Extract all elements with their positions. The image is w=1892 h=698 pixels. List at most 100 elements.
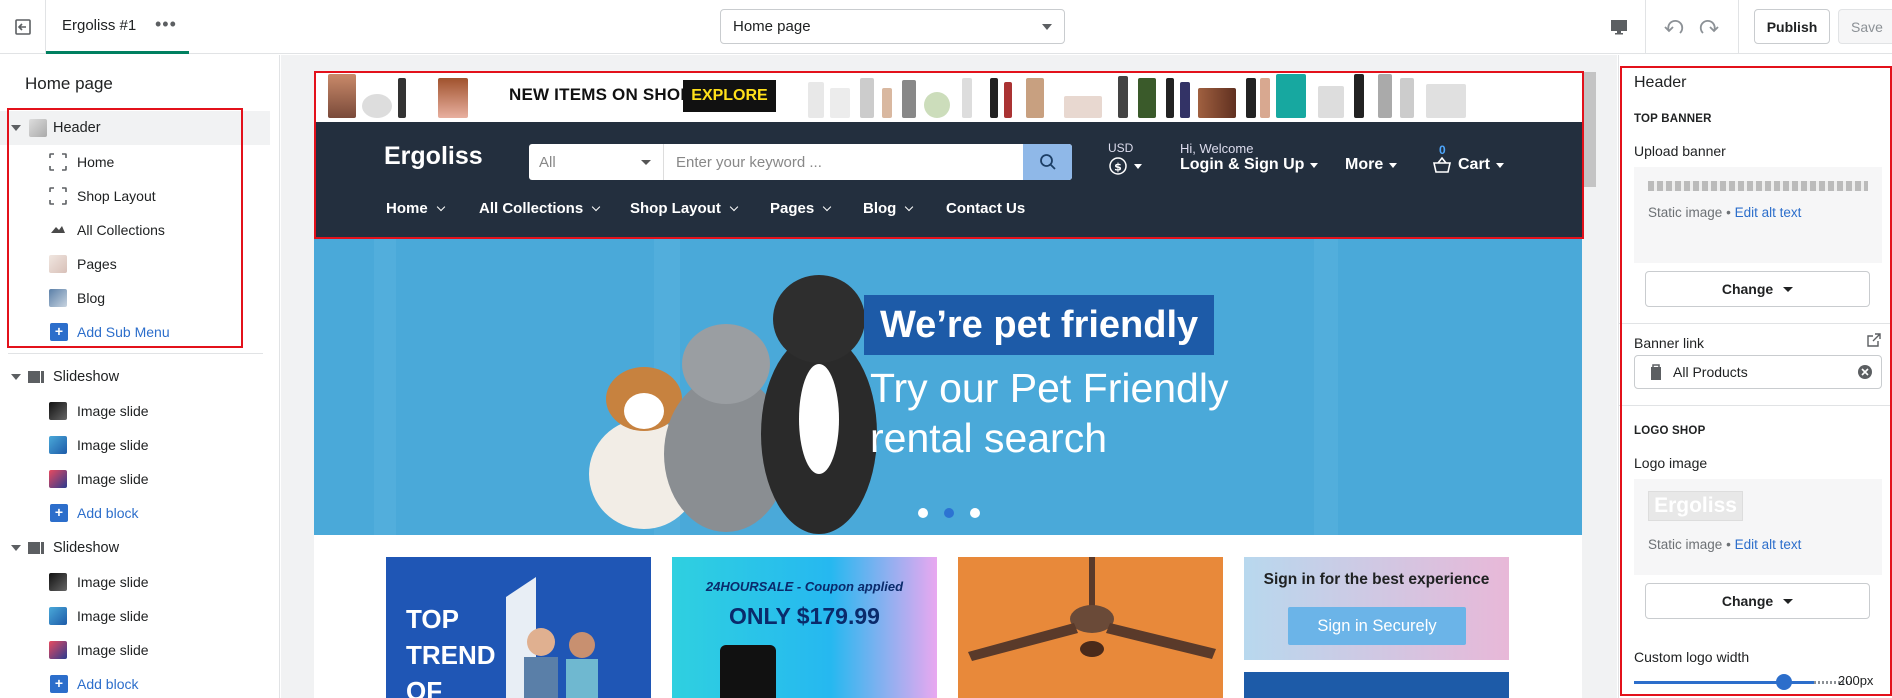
login-menu[interactable]: Login & Sign Up — [1180, 156, 1319, 174]
more-actions-icon[interactable]: ••• — [155, 14, 177, 35]
nav-all-collections[interactable]: All Collections — [479, 200, 601, 217]
panel-title: Header — [1634, 74, 1687, 91]
promo-card-phone[interactable]: 24HOURSALE - Coupon applied ONLY $179.99 — [672, 557, 937, 698]
block-image-slide[interactable]: Image slide — [0, 599, 270, 633]
search-category-select[interactable]: All — [529, 144, 664, 180]
banner-thumbnail — [1648, 181, 1868, 191]
section-label: Slideshow — [53, 540, 120, 556]
nav-blog[interactable]: Blog — [863, 200, 914, 217]
nav-pages[interactable]: Pages — [770, 200, 832, 217]
banner-product-image — [882, 88, 892, 118]
sub-menu-blog[interactable]: Blog — [0, 281, 270, 315]
section-slideshow[interactable]: Slideshow — [0, 360, 270, 394]
edit-alt-text-link[interactable]: Edit alt text — [1735, 537, 1802, 552]
cart-button[interactable]: Cart — [1432, 156, 1505, 174]
logo-width-slider-thumb[interactable] — [1776, 674, 1792, 690]
card-heading-line: TREND — [406, 640, 496, 670]
sub-menu-all-collections[interactable]: All Collections — [0, 213, 270, 247]
chevron-down-icon — [1783, 286, 1794, 292]
sign-in-button[interactable]: Sign in Securely — [1288, 607, 1466, 645]
logo-image-preview[interactable]: Ergoliss Static image • Edit alt text — [1634, 479, 1882, 575]
slide-dot[interactable] — [970, 508, 980, 518]
nav-home[interactable]: Home — [386, 200, 445, 217]
banner-product-image — [902, 80, 916, 118]
add-block-label: Add block — [77, 505, 139, 521]
search-input[interactable]: Enter your keyword ... — [664, 144, 1023, 180]
explore-button[interactable]: EXPLORE — [683, 80, 776, 112]
block-image-slide[interactable]: Image slide — [0, 394, 270, 428]
currency-switcher[interactable]: $ — [1108, 156, 1142, 176]
sub-menu-pages[interactable]: Pages — [0, 247, 270, 281]
promo-card-partial[interactable] — [1244, 672, 1509, 698]
slide-dot-active[interactable] — [944, 508, 954, 518]
banner-product-image — [398, 78, 406, 118]
block-image-slide[interactable]: Image slide — [0, 565, 270, 599]
add-sub-menu-button[interactable]: + Add Sub Menu — [0, 315, 270, 349]
block-image-slide[interactable]: Image slide — [0, 462, 270, 496]
divider — [1619, 405, 1892, 406]
settings-panel: Header TOP BANNER Upload banner Static i… — [1618, 55, 1892, 698]
top-promo-banner[interactable]: NEW ITEMS ON SHOP EXPLORE — [314, 72, 1582, 122]
add-block-button[interactable]: + Add block — [0, 667, 270, 698]
desktop-view-button[interactable] — [1605, 13, 1633, 41]
sub-menu-shop-layout[interactable]: Shop Layout — [0, 179, 270, 213]
sub-menu-home[interactable]: Home — [0, 145, 270, 179]
hero-subtitle-line: rental search — [870, 415, 1108, 461]
save-button[interactable]: Save — [1838, 9, 1892, 44]
exit-button[interactable] — [0, 0, 46, 54]
image-slide-thumb-icon — [49, 607, 67, 625]
cart-count: 0 — [1439, 143, 1446, 157]
preview-scrollbar[interactable] — [1584, 72, 1596, 187]
redo-icon — [1699, 19, 1719, 34]
basket-icon — [1433, 156, 1451, 173]
sub-menu-label: Blog — [77, 290, 106, 306]
card-price-text: ONLY $179.99 — [729, 603, 880, 629]
undo-button[interactable] — [1660, 13, 1688, 41]
block-image-slide[interactable]: Image slide — [0, 633, 270, 667]
store-header: Ergoliss All Enter your keyword ... USD … — [314, 122, 1582, 239]
welcome-text: Hi, Welcome — [1180, 141, 1254, 156]
desktop-icon — [1611, 20, 1627, 35]
section-label: Header — [53, 120, 101, 136]
banner-product-image — [1426, 84, 1466, 118]
banner-link-label: Banner link — [1634, 335, 1705, 351]
banner-product-image — [1166, 78, 1174, 118]
block-label: Image slide — [77, 608, 149, 624]
nav-shop-layout[interactable]: Shop Layout — [630, 200, 739, 217]
more-menu[interactable]: More — [1345, 156, 1398, 174]
hero-tagline: We’re pet friendly — [864, 295, 1215, 355]
redo-button[interactable] — [1695, 13, 1723, 41]
promo-card-top-trend[interactable]: TOP TREND OF — [386, 557, 651, 698]
banner-link-field[interactable]: All Products — [1634, 355, 1882, 389]
promo-card-fan[interactable] — [958, 557, 1223, 698]
collapse-arrow-icon[interactable] — [11, 374, 21, 380]
section-slideshow[interactable]: Slideshow — [0, 531, 270, 565]
slide-dot[interactable] — [918, 508, 928, 518]
section-header[interactable]: Header — [0, 111, 270, 145]
banner-image-preview[interactable]: Static image • Edit alt text — [1634, 167, 1882, 263]
nav-contact-us[interactable]: Contact Us — [946, 200, 1025, 217]
slideshow-icon — [28, 542, 44, 554]
change-label: Change — [1721, 593, 1774, 609]
page-selector[interactable]: Home page — [720, 9, 1065, 44]
publish-button[interactable]: Publish — [1754, 9, 1830, 44]
change-banner-button[interactable]: Change — [1645, 271, 1870, 307]
card-coupon-text: 24HOURSALE - Coupon applied — [705, 579, 904, 594]
collapse-arrow-icon[interactable] — [11, 125, 21, 131]
change-logo-button[interactable]: Change — [1645, 583, 1870, 619]
store-logo[interactable]: Ergoliss — [384, 142, 483, 171]
add-block-button[interactable]: + Add block — [0, 496, 270, 530]
block-label: Image slide — [77, 437, 149, 453]
static-image-line: Static image • Edit alt text — [1648, 537, 1801, 552]
external-link-icon[interactable] — [1867, 333, 1881, 347]
search-button[interactable] — [1023, 144, 1072, 180]
pages-thumb-icon — [49, 255, 67, 273]
clear-icon[interactable] — [1857, 364, 1873, 380]
phone-image — [720, 645, 776, 698]
custom-logo-width-label: Custom logo width — [1634, 649, 1750, 665]
banner-product-image — [1378, 74, 1392, 118]
block-image-slide[interactable]: Image slide — [0, 428, 270, 462]
hero-slideshow[interactable]: We’re pet friendly Try our Pet Friendly … — [314, 239, 1582, 535]
collapse-arrow-icon[interactable] — [11, 545, 21, 551]
edit-alt-text-link[interactable]: Edit alt text — [1735, 205, 1802, 220]
